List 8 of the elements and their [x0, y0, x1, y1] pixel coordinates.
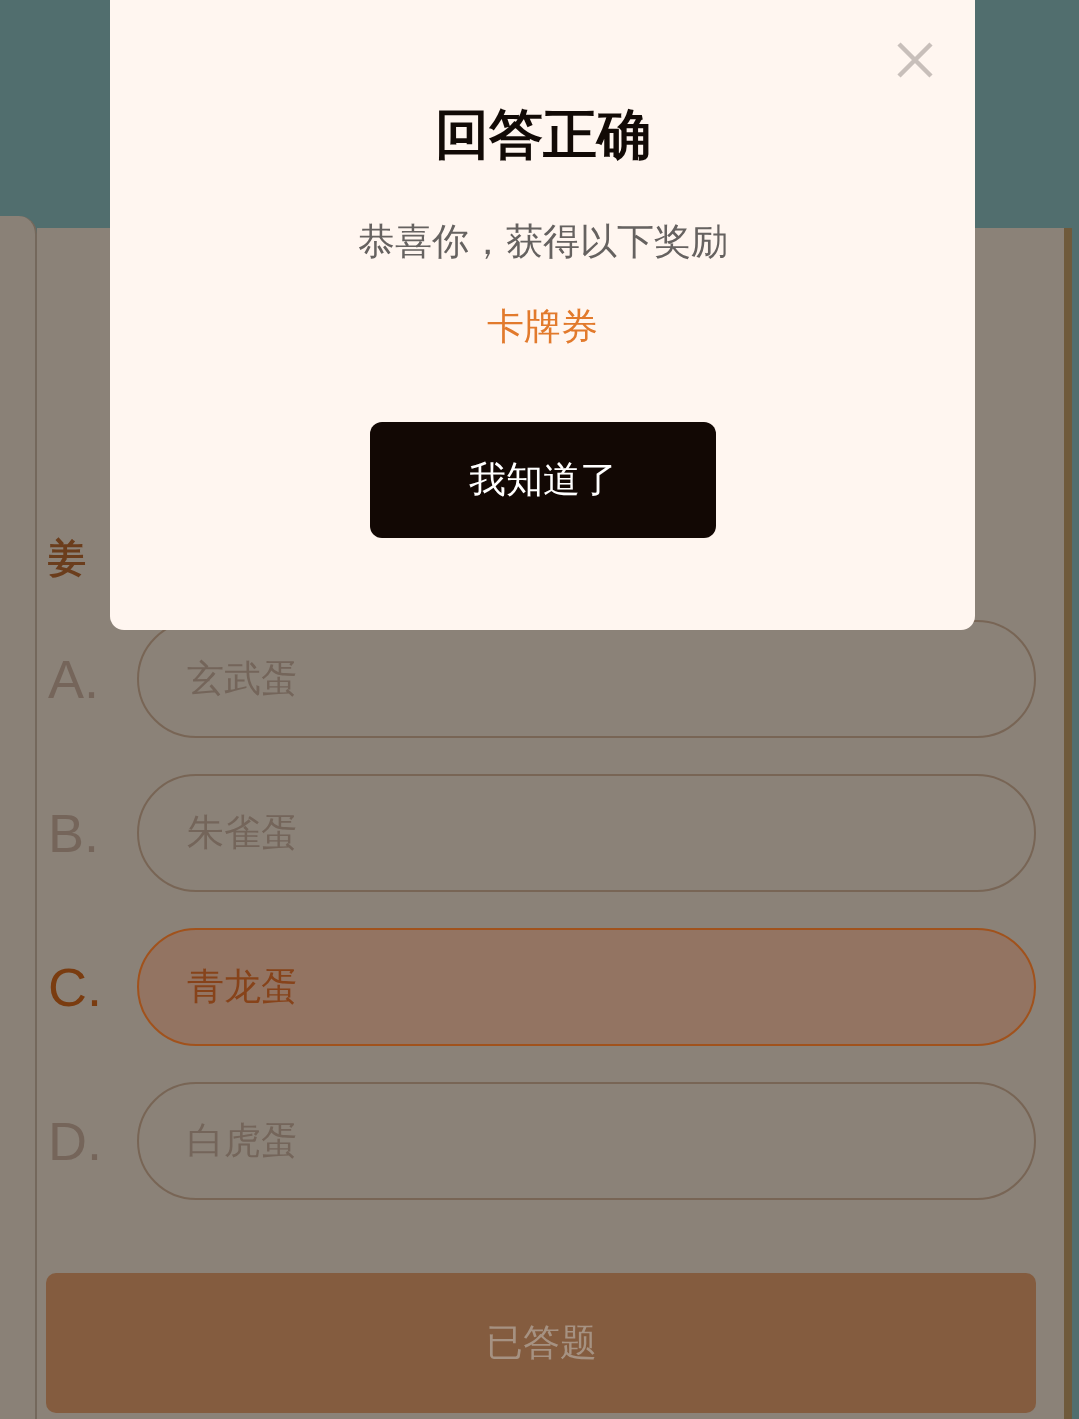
- dialog-message: 恭喜你，获得以下奖励: [357, 219, 728, 265]
- dialog-title: 回答正确: [434, 103, 651, 167]
- question-text: 姜: [48, 536, 86, 580]
- close-icon[interactable]: [897, 42, 933, 78]
- option-letter: C.: [48, 957, 103, 1017]
- reward-text: 卡牌券: [487, 304, 598, 350]
- answer-option[interactable]: 青龙蛋: [137, 928, 1036, 1046]
- confirm-button[interactable]: 我知道了: [369, 422, 716, 538]
